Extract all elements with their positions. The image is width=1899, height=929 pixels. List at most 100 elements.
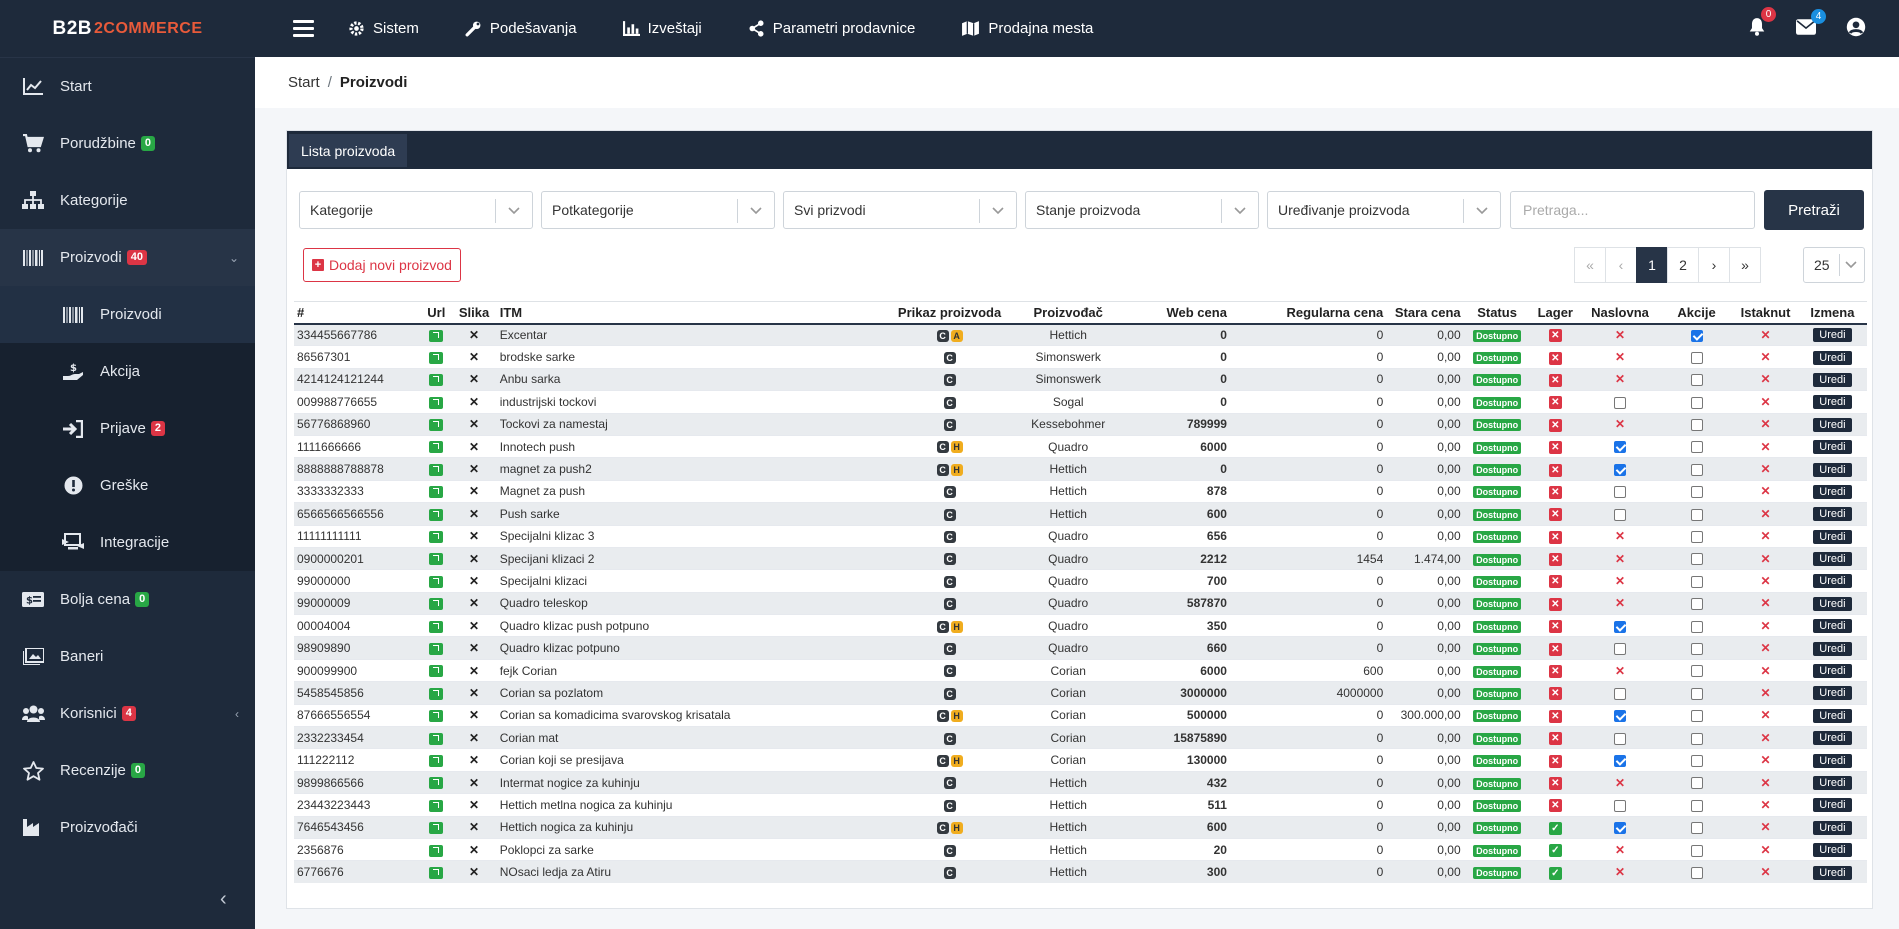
- pagination-page-1[interactable]: 1: [1636, 247, 1668, 283]
- external-link-icon[interactable]: [429, 799, 444, 812]
- naslovna-checkbox[interactable]: [1613, 463, 1626, 476]
- times-icon[interactable]: ✕: [1615, 865, 1625, 879]
- times-square-icon[interactable]: ✕: [1548, 575, 1562, 589]
- subcategory-select[interactable]: Potkategorije: [541, 191, 775, 229]
- times-icon[interactable]: ✕: [1615, 776, 1625, 790]
- edit-button[interactable]: Uredi: [1813, 641, 1852, 656]
- akcije-checkbox[interactable]: [1690, 642, 1703, 655]
- topmenu-podesavanja[interactable]: Podešavanja: [465, 20, 577, 37]
- edit-button[interactable]: Uredi: [1813, 507, 1852, 522]
- col-stara-cena[interactable]: Stara cena: [1386, 301, 1464, 325]
- sidebar-item-proizvo-a-i[interactable]: Proizvođači: [0, 799, 255, 856]
- times-square-icon[interactable]: ✕: [1548, 396, 1562, 410]
- edit-button[interactable]: Uredi: [1813, 798, 1852, 813]
- stock-status-select[interactable]: Stanje proizvoda: [1025, 191, 1259, 229]
- pagination-prev[interactable]: ‹: [1605, 247, 1637, 283]
- col-proizvodjac[interactable]: Proizvođač: [1014, 301, 1123, 325]
- col-regularna-cena[interactable]: Regularna cena: [1229, 301, 1387, 325]
- edit-button[interactable]: Uredi: [1813, 820, 1852, 835]
- akcije-checkbox[interactable]: [1690, 419, 1703, 432]
- add-product-button[interactable]: + Dodaj novi proizvod: [303, 248, 461, 282]
- edit-button[interactable]: Uredi: [1813, 350, 1852, 365]
- akcije-checkbox[interactable]: [1690, 374, 1703, 387]
- product-editing-select[interactable]: Uređivanje proizvoda: [1267, 191, 1501, 229]
- sidebar-item-recenzije[interactable]: Recenzije 0: [0, 742, 255, 799]
- times-icon[interactable]: ✕: [1761, 507, 1771, 521]
- akcije-checkbox[interactable]: [1690, 441, 1703, 454]
- times-square-icon[interactable]: ✕: [1548, 777, 1562, 790]
- col-itm[interactable]: ITM: [496, 301, 885, 325]
- naslovna-checkbox[interactable]: [1613, 799, 1626, 812]
- external-link-icon[interactable]: [429, 351, 444, 364]
- external-link-icon[interactable]: [429, 396, 444, 409]
- times-square-icon[interactable]: ✕: [1548, 709, 1562, 723]
- times-square-icon[interactable]: ✕: [1548, 373, 1562, 387]
- search-input[interactable]: [1510, 191, 1755, 229]
- times-icon[interactable]: ✕: [1761, 798, 1771, 812]
- akcije-checkbox[interactable]: [1690, 754, 1703, 767]
- edit-button[interactable]: Uredi: [1813, 484, 1852, 499]
- search-button[interactable]: Pretraži: [1764, 190, 1864, 230]
- external-link-icon[interactable]: [429, 777, 444, 790]
- col-prikaz[interactable]: Prikaz proizvoda: [884, 301, 1015, 325]
- external-link-icon[interactable]: [429, 575, 444, 588]
- naslovna-checkbox[interactable]: [1613, 396, 1626, 409]
- edit-button[interactable]: Uredi: [1813, 843, 1852, 858]
- times-icon[interactable]: ✕: [1761, 820, 1771, 834]
- naslovna-checkbox[interactable]: [1613, 710, 1626, 723]
- akcije-checkbox[interactable]: [1690, 598, 1703, 611]
- times-square-icon[interactable]: ✕: [1548, 441, 1562, 455]
- times-icon[interactable]: ✕: [1615, 596, 1625, 610]
- akcije-checkbox[interactable]: [1690, 396, 1703, 409]
- page-size-select[interactable]: 25: [1803, 247, 1865, 283]
- external-link-icon[interactable]: [429, 665, 444, 678]
- times-icon[interactable]: ✕: [1761, 641, 1771, 655]
- times-square-icon[interactable]: ✕: [1548, 620, 1562, 634]
- times-icon[interactable]: ✕: [1761, 776, 1771, 790]
- pagination-last[interactable]: »: [1729, 247, 1761, 283]
- akcije-checkbox[interactable]: [1690, 732, 1703, 745]
- times-icon[interactable]: ✕: [1615, 664, 1625, 678]
- col-istaknut[interactable]: Istaknut: [1733, 301, 1798, 325]
- akcije-checkbox[interactable]: [1690, 844, 1703, 857]
- sidebar-item-integracije[interactable]: Integracije: [0, 514, 255, 571]
- col-id[interactable]: #: [294, 301, 422, 325]
- notifications-button[interactable]: 0: [1748, 7, 1776, 40]
- edit-button[interactable]: Uredi: [1813, 731, 1852, 746]
- external-link-icon[interactable]: [429, 867, 444, 880]
- naslovna-checkbox[interactable]: [1613, 441, 1626, 454]
- times-square-icon[interactable]: ✕: [1548, 418, 1562, 432]
- akcije-checkbox[interactable]: [1690, 508, 1703, 521]
- times-square-icon[interactable]: ✕: [1548, 799, 1562, 813]
- edit-button[interactable]: Uredi: [1813, 372, 1852, 387]
- akcije-checkbox[interactable]: [1690, 486, 1703, 499]
- sidebar-item-proizvodi[interactable]: Proizvodi: [0, 286, 255, 343]
- akcije-checkbox[interactable]: [1690, 463, 1703, 476]
- times-icon[interactable]: ✕: [1761, 664, 1771, 678]
- times-square-icon[interactable]: ✕: [1548, 732, 1562, 746]
- akcije-checkbox[interactable]: [1690, 351, 1703, 364]
- sidebar-item-proizvodi[interactable]: Proizvodi 40 ⌄: [0, 229, 255, 286]
- external-link-icon[interactable]: [429, 710, 444, 723]
- sidebar-item-kategorije[interactable]: Kategorije: [0, 172, 255, 229]
- akcije-checkbox[interactable]: [1690, 329, 1703, 342]
- edit-button[interactable]: Uredi: [1813, 664, 1852, 679]
- naslovna-checkbox[interactable]: [1613, 620, 1626, 633]
- times-icon[interactable]: ✕: [1761, 417, 1771, 431]
- sidebar-item-baneri[interactable]: Baneri: [0, 628, 255, 685]
- pagination-page-2[interactable]: 2: [1667, 247, 1699, 283]
- times-square-icon[interactable]: ✕: [1548, 530, 1562, 544]
- col-naslovna[interactable]: Naslovna: [1580, 301, 1660, 325]
- topmenu-prodajna-mesta[interactable]: Prodajna mesta: [961, 20, 1093, 37]
- col-akcije[interactable]: Akcije: [1659, 301, 1734, 325]
- naslovna-checkbox[interactable]: [1613, 732, 1626, 745]
- messages-button[interactable]: 4: [1796, 8, 1826, 39]
- topmenu-sistem[interactable]: Sistem: [348, 20, 419, 37]
- times-icon[interactable]: ✕: [1761, 619, 1771, 633]
- times-icon[interactable]: ✕: [1615, 372, 1625, 386]
- external-link-icon[interactable]: [429, 329, 444, 342]
- category-select[interactable]: Kategorije: [299, 191, 533, 229]
- times-icon[interactable]: ✕: [1615, 529, 1625, 543]
- external-link-icon[interactable]: [429, 486, 444, 499]
- external-link-icon[interactable]: [429, 374, 444, 387]
